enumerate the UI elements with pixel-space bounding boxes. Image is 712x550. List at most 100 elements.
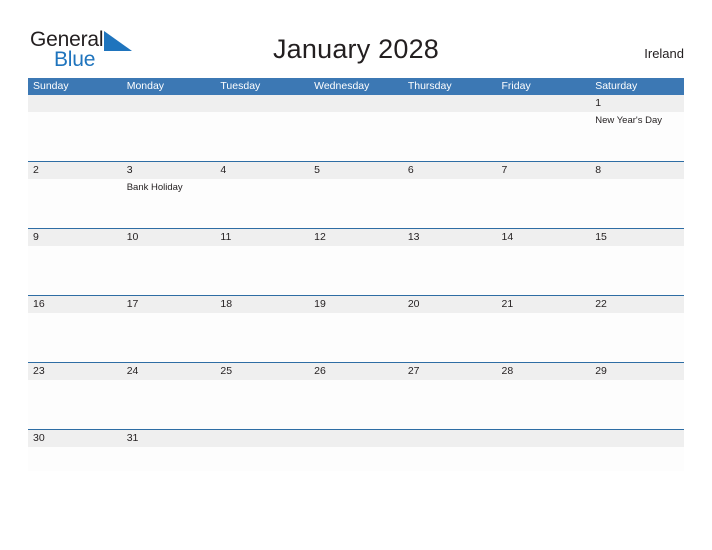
day-number[interactable]: 23 (28, 363, 122, 380)
day-cell[interactable] (309, 313, 403, 362)
day-number[interactable]: 14 (497, 229, 591, 246)
day-cell[interactable] (497, 380, 591, 429)
day-number[interactable]: 7 (497, 162, 591, 179)
day-cell[interactable] (403, 313, 497, 362)
week-date-number-band: 9 10 11 12 13 14 15 (28, 229, 684, 246)
day-cell[interactable] (215, 246, 309, 295)
day-cell[interactable] (497, 447, 591, 471)
day-number[interactable]: 4 (215, 162, 309, 179)
day-cell[interactable] (403, 246, 497, 295)
day-number[interactable]: 30 (28, 430, 122, 447)
day-cell[interactable] (28, 246, 122, 295)
day-number[interactable]: 20 (403, 296, 497, 313)
day-number[interactable]: 16 (28, 296, 122, 313)
day-number[interactable]: 31 (122, 430, 216, 447)
day-cell[interactable] (122, 112, 216, 161)
day-cell[interactable] (590, 246, 684, 295)
week-event-band (28, 447, 684, 471)
day-number[interactable]: 9 (28, 229, 122, 246)
day-number[interactable] (215, 430, 309, 447)
day-number[interactable] (309, 95, 403, 112)
day-cell[interactable] (122, 246, 216, 295)
day-number[interactable] (497, 430, 591, 447)
week-date-number-band: 16 17 18 19 20 21 22 (28, 296, 684, 313)
day-cell[interactable] (122, 313, 216, 362)
page-title: January 2028 (272, 34, 440, 64)
day-number[interactable]: 11 (215, 229, 309, 246)
weekday-header-monday: Monday (126, 80, 165, 92)
week-event-band: Bank Holiday (28, 179, 684, 228)
day-cell[interactable] (590, 447, 684, 471)
calendar-week-row: 16 17 18 19 20 21 22 (28, 295, 684, 362)
day-number[interactable]: 12 (309, 229, 403, 246)
day-number[interactable]: 13 (403, 229, 497, 246)
day-number[interactable]: 21 (497, 296, 591, 313)
day-cell[interactable] (497, 179, 591, 228)
day-cell[interactable] (590, 179, 684, 228)
day-cell[interactable] (497, 313, 591, 362)
day-cell[interactable] (590, 313, 684, 362)
day-cell[interactable] (28, 179, 122, 228)
day-number[interactable]: 15 (590, 229, 684, 246)
day-number[interactable]: 19 (309, 296, 403, 313)
day-cell[interactable] (497, 246, 591, 295)
day-cell[interactable] (28, 380, 122, 429)
day-number[interactable]: 17 (122, 296, 216, 313)
day-cell[interactable] (215, 313, 309, 362)
week-event-band (28, 313, 684, 362)
day-number[interactable]: 25 (215, 363, 309, 380)
day-number[interactable] (403, 430, 497, 447)
day-cell[interactable] (590, 380, 684, 429)
day-number[interactable]: 10 (122, 229, 216, 246)
day-event-label: Bank Holiday (126, 182, 183, 193)
calendar-week-row: 1 New Year's Day (28, 95, 684, 161)
day-cell[interactable] (215, 380, 309, 429)
day-cell[interactable] (403, 380, 497, 429)
day-cell[interactable] (215, 112, 309, 161)
day-number[interactable]: 27 (403, 363, 497, 380)
day-cell[interactable] (309, 112, 403, 161)
day-number[interactable] (28, 95, 122, 112)
week-event-band: New Year's Day (28, 112, 684, 161)
day-number[interactable] (403, 95, 497, 112)
day-number[interactable]: 5 (309, 162, 403, 179)
day-cell[interactable] (215, 447, 309, 471)
day-cell[interactable]: Bank Holiday (122, 179, 216, 228)
weekday-header-friday: Friday (501, 80, 531, 92)
day-number[interactable]: 28 (497, 363, 591, 380)
day-cell[interactable] (309, 447, 403, 471)
day-cell[interactable] (309, 246, 403, 295)
day-number[interactable] (122, 95, 216, 112)
day-number[interactable] (215, 95, 309, 112)
day-cell[interactable] (403, 112, 497, 161)
day-cell[interactable] (122, 380, 216, 429)
day-number[interactable]: 18 (215, 296, 309, 313)
day-number[interactable]: 8 (590, 162, 684, 179)
calendar-week-row: 23 24 25 26 27 28 29 (28, 362, 684, 429)
day-number[interactable]: 6 (403, 162, 497, 179)
day-cell[interactable] (28, 313, 122, 362)
day-cell[interactable] (28, 447, 122, 471)
day-number[interactable]: 1 (590, 95, 684, 112)
day-number[interactable]: 24 (122, 363, 216, 380)
day-cell[interactable]: New Year's Day (590, 112, 684, 161)
day-cell[interactable] (309, 179, 403, 228)
week-event-band (28, 246, 684, 295)
day-cell[interactable] (497, 112, 591, 161)
day-number[interactable]: 2 (28, 162, 122, 179)
day-cell[interactable] (403, 179, 497, 228)
day-cell[interactable] (28, 112, 122, 161)
day-number[interactable] (309, 430, 403, 447)
day-cell[interactable] (122, 447, 216, 471)
day-number[interactable] (590, 430, 684, 447)
day-number[interactable]: 3 (122, 162, 216, 179)
day-number[interactable] (497, 95, 591, 112)
day-cell[interactable] (215, 179, 309, 228)
weekday-header-thursday: Thursday (407, 80, 452, 92)
day-cell[interactable] (309, 380, 403, 429)
calendar-week-row: 9 10 11 12 13 14 15 (28, 228, 684, 295)
day-cell[interactable] (403, 447, 497, 471)
day-number[interactable]: 29 (590, 363, 684, 380)
day-number[interactable]: 22 (590, 296, 684, 313)
day-number[interactable]: 26 (309, 363, 403, 380)
